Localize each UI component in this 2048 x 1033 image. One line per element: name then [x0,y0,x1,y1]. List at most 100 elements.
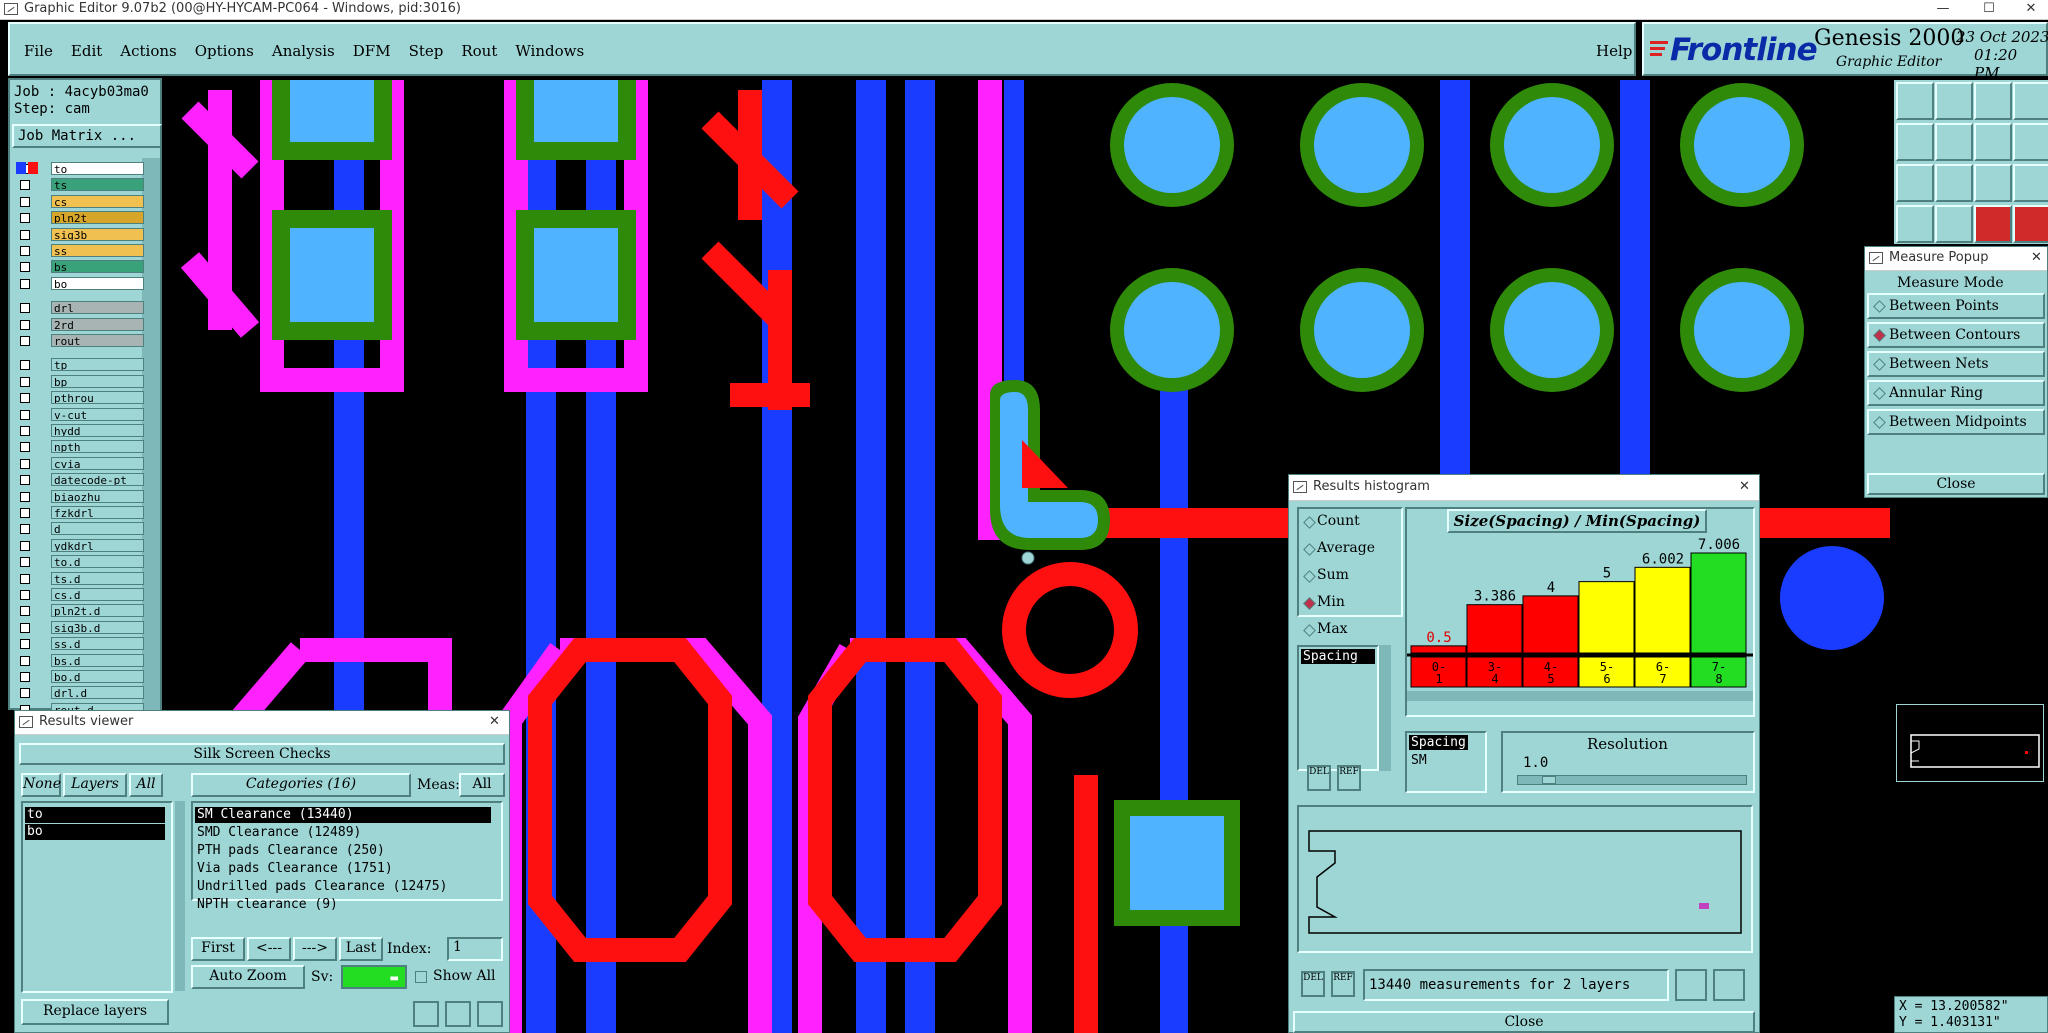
toolbar-tool-0-0-icon[interactable] [1896,82,1934,120]
layer-checkbox[interactable] [20,409,30,420]
mode-min-radio[interactable]: Min [1303,594,1345,614]
results-viewer-tool-1-icon[interactable] [413,1001,439,1027]
layer-checkbox[interactable] [20,524,30,535]
measure-option-between-midpoints[interactable]: Between Midpoints [1867,409,2045,435]
menu-options[interactable]: Options [195,42,254,60]
layer-checkbox[interactable] [20,606,30,617]
meas-dropdown[interactable]: All [459,773,505,797]
toolbar-tool-2-0-icon[interactable] [1896,164,1934,202]
resolution-slider-thumb[interactable] [1542,776,1556,784]
layer-checkbox[interactable] [20,336,30,346]
layer-checkbox[interactable] [20,508,30,518]
category-list[interactable]: SM Clearance (13440) SMD Clearance (12489… [191,801,503,912]
layer-checkbox[interactable] [20,360,30,371]
category-item[interactable]: Undrilled pads Clearance (12475) [195,879,491,895]
layer-checkbox[interactable] [20,688,30,699]
menu-file[interactable]: File [24,42,53,60]
layer-row-pln2t.d[interactable]: pln2t.d [14,604,144,618]
close-window-icon[interactable]: ✕ [2016,0,2046,18]
layer-row-bs.d[interactable]: bs.d [14,653,144,668]
mode-max-radio[interactable]: Max [1303,621,1348,641]
toolbar-tool-2-2-icon[interactable] [1974,164,2012,202]
layer-row-2rd[interactable]: 2rd [14,317,144,332]
result-layer-item[interactable]: to [25,807,165,823]
layer-row-d[interactable]: d [14,522,144,536]
histogram-close-button[interactable]: Close [1293,1011,1755,1033]
measure-option-between-points[interactable]: Between Points [1867,293,2045,319]
toolbar-tool-1-0-icon[interactable] [1896,123,1934,161]
menu-dfm[interactable]: DFM [353,42,391,60]
layer-row-cs.d[interactable]: cs.d [14,588,144,602]
layer-result-list[interactable]: to bo [21,801,173,993]
histogram-close-icon[interactable]: ✕ [1739,475,1750,499]
job-matrix-button[interactable]: Job Matrix ... [12,124,162,148]
first-button[interactable]: First [191,937,245,961]
layer-row-rout[interactable]: rout [14,334,144,348]
layer-row-ts.d[interactable]: ts.d [14,571,144,586]
toolbar-tool-3-1-icon[interactable] [1935,205,1973,243]
histogram-bar[interactable] [1466,604,1523,654]
layer-row-sig3b[interactable]: sig3b [14,227,144,242]
status-del-icon[interactable]: DEL [1301,971,1325,997]
menu-windows[interactable]: Windows [515,42,584,60]
layer-checkbox[interactable] [20,426,30,436]
toolbar-tool-0-2-icon[interactable] [1974,82,2012,120]
mini-map[interactable] [1896,704,2044,782]
layer-row-cvia[interactable]: cvia [14,456,144,471]
layer-checkbox[interactable] [20,672,30,682]
layer-checkbox[interactable] [20,639,30,650]
index-input[interactable]: 1 [447,937,503,961]
layer-checkbox[interactable] [20,655,30,666]
layer-row-bs[interactable]: bs [14,260,144,274]
show-all-checkbox[interactable] [415,971,427,983]
layer-checkbox[interactable] [20,393,30,404]
layer-row-biaozhu[interactable]: biaozhu [14,489,144,504]
maximize-icon[interactable]: ☐ [1974,0,2004,18]
toolbar-tool-0-1-icon[interactable] [1935,82,1973,120]
menu-step[interactable]: Step [409,42,444,60]
next-button[interactable]: ---> [293,937,337,961]
histogram-item-list[interactable]: Spacing [1297,645,1379,771]
layer-row-pthrou[interactable]: pthrou [14,391,144,405]
histogram-bar[interactable] [1690,552,1747,654]
layer-checkbox[interactable] [20,262,30,273]
toolbar-tool-1-2-icon[interactable] [1974,123,2012,161]
layer-row-to.d[interactable]: to.d [14,555,144,569]
layer-result-scrollbar[interactable] [175,801,185,991]
toolbar-tool-2-3-icon[interactable] [2013,164,2048,202]
status-tool-2-icon[interactable] [1713,969,1745,1001]
measure-option-between-contours[interactable]: Between Contours [1867,322,2045,348]
layer-row-v-cut[interactable]: v-cut [14,407,144,422]
layer-checkbox[interactable] [20,491,30,502]
mode-sum-radio[interactable]: Sum [1303,567,1349,587]
none-button[interactable]: None [21,773,61,797]
layer-row-ts[interactable]: ts [14,178,144,192]
menu-rout[interactable]: Rout [461,42,497,60]
layer-row-drl.d[interactable]: drl.d [14,686,144,700]
histogram-item-scrollbar[interactable] [1379,645,1391,771]
categories-button[interactable]: Categories (16) [191,773,411,797]
resolution-slider[interactable] [1517,775,1747,785]
measure-close-button[interactable]: Close [1867,473,2045,495]
layer-checkbox[interactable] [20,180,30,191]
measure-option-annular-ring[interactable]: Annular Ring [1867,380,2045,406]
layer-checkbox[interactable] [20,557,30,568]
minimize-icon[interactable]: — [1928,0,1958,18]
results-viewer-close-icon[interactable]: ✕ [489,711,500,733]
histogram-bar[interactable] [1578,581,1635,654]
layer-checkbox[interactable] [20,376,30,387]
layer-checkbox[interactable] [20,622,30,633]
layer-checkbox[interactable] [20,442,30,453]
layer-row-hydd[interactable]: hydd [14,424,144,438]
toolbar-tool-3-0-icon[interactable] [1896,205,1934,243]
layer-row-to[interactable]: to [14,162,144,176]
histogram-bar[interactable] [1522,595,1579,654]
last-button[interactable]: Last [339,937,383,961]
toolbar-tool-0-3-icon[interactable] [2013,82,2048,120]
layer-row-cs[interactable]: cs [14,194,144,209]
layer-row-ss[interactable]: ss [14,244,144,258]
layer-checkbox[interactable] [20,246,30,256]
layer-row-tp[interactable]: tp [14,358,144,372]
measure-popup-close-icon[interactable]: ✕ [2031,247,2042,269]
status-ref-icon[interactable]: REF [1331,971,1355,997]
